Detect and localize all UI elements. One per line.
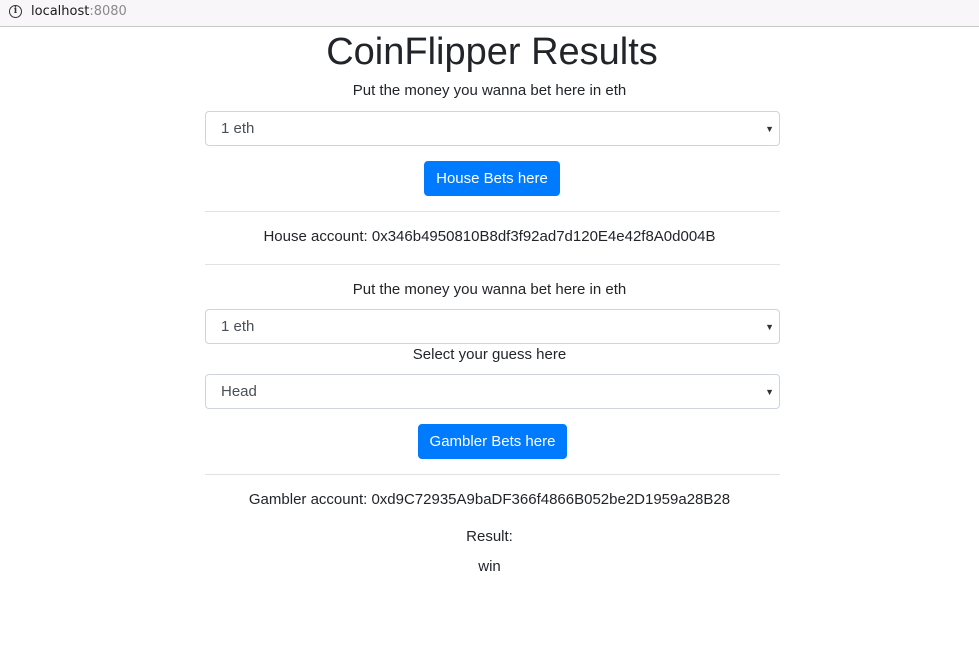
url-port: :8080: [89, 4, 127, 19]
gambler-account-text: Gambler account: 0xd9C72935A9baDF366f486…: [248, 491, 731, 508]
gambler-bet-prompt: Put the money you wanna bet here in eth: [352, 281, 627, 298]
gambler-guess-select-value: Head: [221, 383, 257, 400]
url-text[interactable]: localhost:8080: [31, 4, 127, 19]
url-host: localhost: [31, 4, 90, 19]
gambler-bet-select-value: 1 eth: [221, 318, 255, 335]
chevron-down-icon: ▼: [765, 322, 774, 332]
house-bet-prompt: Put the money you wanna bet here in eth: [352, 82, 627, 99]
chevron-down-icon: ▼: [765, 124, 774, 134]
gambler-guess-select[interactable]: Head ▼: [205, 374, 780, 409]
page-title: CoinFlipper Results: [326, 31, 658, 73]
result-label: Result:: [466, 528, 513, 545]
house-bet-button[interactable]: House Bets here: [424, 161, 560, 196]
house-bet-select[interactable]: 1 eth ▼: [205, 111, 780, 146]
gambler-guess-prompt: Select your guess here: [412, 346, 567, 363]
result-value: win: [478, 558, 501, 575]
browser-address-bar[interactable]: i localhost:8080: [0, 0, 979, 27]
divider: [205, 474, 780, 475]
gambler-bet-button[interactable]: Gambler Bets here: [418, 424, 567, 459]
house-bet-select-value: 1 eth: [221, 120, 255, 137]
info-icon[interactable]: i: [9, 5, 22, 18]
divider: [205, 264, 780, 265]
divider: [205, 211, 780, 212]
house-account-text: House account: 0x346b4950810B8df3f92ad7d…: [263, 228, 716, 245]
chevron-down-icon: ▼: [765, 387, 774, 397]
gambler-bet-select[interactable]: 1 eth ▼: [205, 309, 780, 344]
